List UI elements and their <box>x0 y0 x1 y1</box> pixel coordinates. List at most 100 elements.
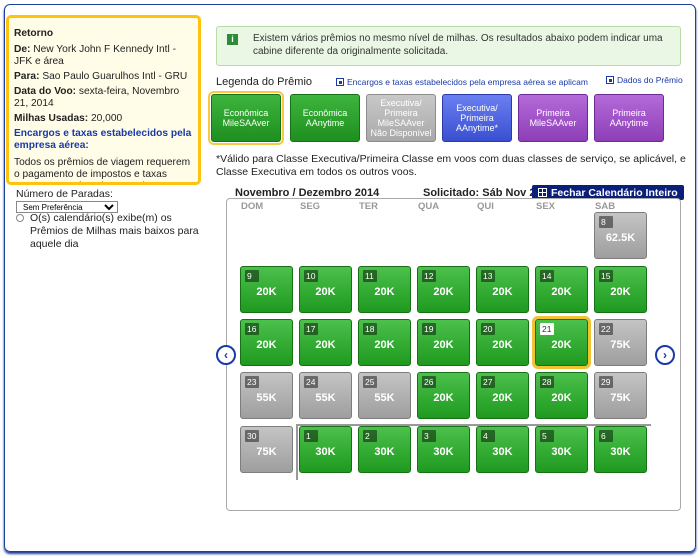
calendar-day[interactable]: 14 20K <box>535 266 588 313</box>
calendar-day[interactable]: 1 30K <box>299 426 352 473</box>
fees-text: Todos os prêmios de viagem requerem o pa… <box>14 157 193 182</box>
calendar-day[interactable]: 3 30K <box>417 426 470 473</box>
day-number: 6 <box>599 430 613 442</box>
summary-miles: Milhas Usadas: 20,000 <box>14 113 123 124</box>
calendar-day[interactable]: 11 20K <box>358 266 411 313</box>
legend-item[interactable]: Executiva/ Primeira MileSAAver Não Disponí… <box>366 94 436 142</box>
miles-value: 75K <box>610 392 631 404</box>
calendar-day[interactable]: 18 20K <box>358 319 411 366</box>
legend-item-label: MileSAAver <box>222 118 270 128</box>
legend-item-label: Não Disponível <box>370 128 432 138</box>
legend-item-label: Executiva/ Primeira <box>456 103 498 123</box>
previous-week-button[interactable]: ‹ <box>216 345 236 365</box>
calendar-day[interactable]: 20 20K <box>476 319 529 366</box>
award-data-link[interactable]: Dados do Prêmio <box>606 75 683 85</box>
day-number: 18 <box>363 323 377 335</box>
legend-item-label: AAnytime* <box>455 123 499 133</box>
calendar-day[interactable]: 8 62.5K <box>594 212 647 259</box>
day-number: 15 <box>599 270 613 282</box>
day-number: 28 <box>540 376 554 388</box>
legend-title: Legenda do Prêmio <box>216 76 313 88</box>
miles-value: 30K <box>551 446 572 458</box>
calendar-day[interactable]: 28 20K <box>535 372 588 419</box>
day-number: 3 <box>422 430 436 442</box>
day-of-week-label: QUI <box>477 201 494 212</box>
miles-value: 20K <box>374 339 395 351</box>
miles-value: 30K <box>433 446 454 458</box>
calendar-day[interactable]: 22 75K <box>594 319 647 366</box>
day-number: 21 <box>540 323 554 335</box>
summary-date: Data do Voo: sexta-feira, Novembro 21, 2… <box>14 86 180 109</box>
legend-item[interactable]: Primeira AAnytime <box>594 94 664 142</box>
calendar-day[interactable]: 16 20K <box>240 319 293 366</box>
miles-value: 55K <box>315 392 336 404</box>
calendar-day[interactable]: 6 30K <box>594 426 647 473</box>
summary-from: De: New York John F Kennedy Intl - JFK e… <box>14 44 176 67</box>
miles-value: 55K <box>256 392 277 404</box>
day-of-week-label: DOM <box>241 201 264 212</box>
miles-value: 20K <box>256 286 277 298</box>
stops-label: Número de Paradas: <box>16 188 113 200</box>
lowest-radio[interactable] <box>16 214 24 222</box>
notice-text: Existem vários prêmios no mesmo nível de… <box>253 33 663 57</box>
miles-value: 75K <box>256 446 277 458</box>
day-number: 20 <box>481 323 495 335</box>
calendar-day[interactable]: 9 20K <box>240 266 293 313</box>
legend-item-label: AAnytime <box>609 118 649 128</box>
miles-value: 20K <box>433 392 454 404</box>
summary-title: Retorno <box>14 28 54 39</box>
calendar-icon <box>538 188 547 197</box>
miles-value: 30K <box>374 446 395 458</box>
calendar-day[interactable]: 10 20K <box>299 266 352 313</box>
calendar-day[interactable]: 15 20K <box>594 266 647 313</box>
miles-value: 30K <box>610 446 631 458</box>
legend-item-label: Primeira <box>536 108 570 118</box>
calendar-day[interactable]: 25 55K <box>358 372 411 419</box>
calendar-day[interactable]: 4 30K <box>476 426 529 473</box>
calendar-day[interactable]: 12 20K <box>417 266 470 313</box>
calendar-day[interactable]: 30 75K <box>240 426 293 473</box>
miles-value: 30K <box>492 446 513 458</box>
miles-value: 20K <box>492 286 513 298</box>
summary-to: Para: Sao Paulo Guarulhos Intl - GRU <box>14 71 188 82</box>
calendar-day[interactable]: 23 55K <box>240 372 293 419</box>
stops-filter: Número de Paradas: Sem Preferência <box>16 188 118 213</box>
day-number: 9 <box>245 270 259 282</box>
legend-item[interactable]: Econômica MileSAAver <box>208 91 284 145</box>
calendar-day[interactable]: 29 75K <box>594 372 647 419</box>
day-number: 30 <box>245 430 259 442</box>
day-number: 22 <box>599 323 613 335</box>
lowest-awards-option[interactable]: O(s) calendário(s) exibe(m) os Prêmios d… <box>16 212 206 251</box>
day-number: 4 <box>481 430 495 442</box>
day-of-week-label: TER <box>359 201 378 212</box>
calendar-day[interactable]: 19 20K <box>417 319 470 366</box>
calendar-day[interactable]: 17 20K <box>299 319 352 366</box>
calendar-day[interactable]: 27 20K <box>476 372 529 419</box>
miles-value: 62.5K <box>605 232 636 244</box>
calendar-day[interactable]: 2 30K <box>358 426 411 473</box>
miles-value: 20K <box>315 339 336 351</box>
next-week-button[interactable]: › <box>655 345 675 365</box>
day-number: 11 <box>363 270 377 282</box>
day-of-week-label: SEX <box>536 201 556 212</box>
legend-item[interactable]: Econômica AAnytime <box>290 94 360 142</box>
calendar-day[interactable]: 5 30K <box>535 426 588 473</box>
legend-item[interactable]: Executiva/ Primeira AAnytime* <box>442 94 512 142</box>
info-notice: i Existem vários prêmios no mesmo nível … <box>216 26 681 66</box>
miles-value: 20K <box>492 392 513 404</box>
miles-value: 20K <box>551 339 572 351</box>
day-of-week-label: SEG <box>300 201 321 212</box>
legend-item-label: Econômica <box>302 108 348 118</box>
calendar-day[interactable]: 26 20K <box>417 372 470 419</box>
fees-link[interactable]: Encargos e taxas estabelecidos pela empr… <box>336 77 588 87</box>
popup-icon <box>606 76 614 84</box>
legend-item-label: MileSAAver <box>377 118 425 128</box>
calendar-day[interactable]: 24 55K <box>299 372 352 419</box>
popup-icon <box>336 78 344 86</box>
legend-item-label: Econômica <box>223 108 269 118</box>
day-number: 14 <box>540 270 554 282</box>
calendar-day[interactable]: 13 20K <box>476 266 529 313</box>
day-number: 16 <box>245 323 259 335</box>
legend-item[interactable]: Primeira MileSAAver <box>518 94 588 142</box>
calendar-day[interactable]: 21 20K <box>532 316 591 369</box>
